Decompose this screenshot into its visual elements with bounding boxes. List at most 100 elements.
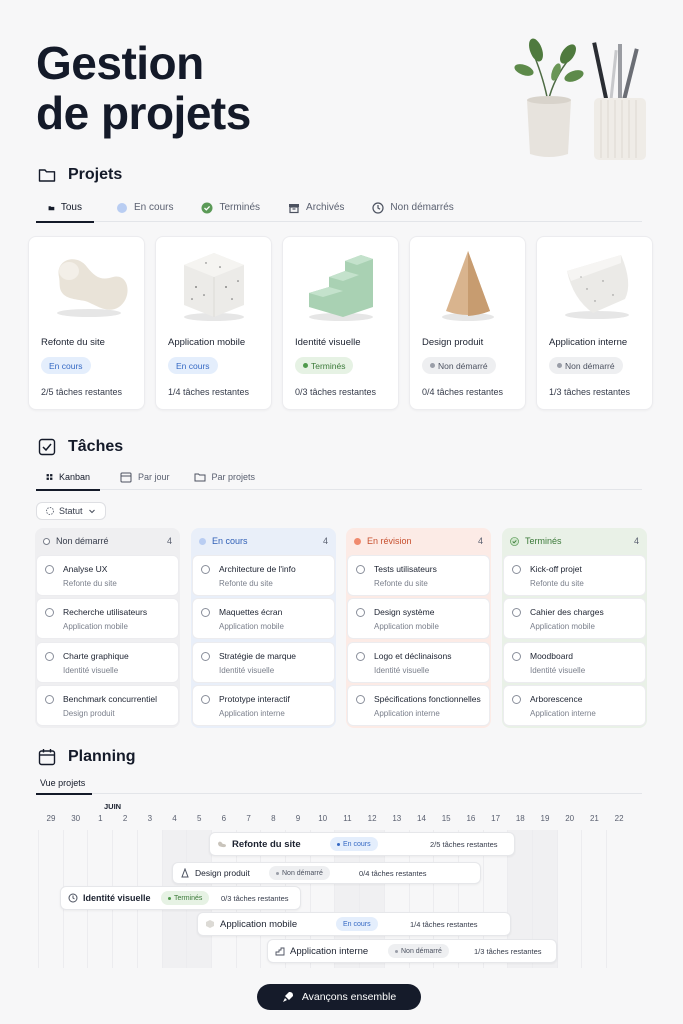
task-card[interactable]: Benchmark concurrentiel Design produit [36, 685, 179, 726]
blob-icon [218, 841, 226, 848]
column-count: 4 [322, 536, 328, 546]
chevron-down-icon [88, 509, 95, 514]
tab-par-jour[interactable]: Par jour [110, 464, 180, 490]
project-card-identite[interactable]: Identité visuelle Terminés 0/3 tâches re… [282, 236, 399, 410]
task-card[interactable]: Analyse UX Refonte du site [36, 555, 179, 596]
check-circle-icon [510, 536, 519, 546]
task-card[interactable]: Maquettes écran Application mobile [192, 598, 335, 639]
day-label: 13 [392, 814, 402, 823]
gantt-bar-app-mobile[interactable]: Application mobile En cours 1/4 tâches r… [197, 912, 511, 936]
gantt-chart: JUIN 29 30 1 2 3 4 5 6 7 8 9 10 11 12 13 14 15 16 17 18 19 20… [38, 800, 642, 968]
plant-and-pencils-illustration [514, 38, 646, 160]
task-card[interactable]: Cahier des charges Application mobile [503, 598, 646, 639]
tab-kanban[interactable]: Kanban [36, 464, 100, 491]
tasks-remaining: 0/3 tâches restantes [295, 387, 377, 397]
task-card[interactable]: Design système Application mobile [347, 598, 490, 639]
blob-shape-image [57, 259, 128, 317]
task-card[interactable]: Tests utilisateurs Refonte du site [347, 555, 490, 596]
tab-vue-projets[interactable]: Vue projets [36, 772, 92, 795]
task-checkbox[interactable] [201, 695, 210, 704]
planning-view-tabs: Vue projets [36, 772, 642, 795]
tab-tous[interactable]: Tous [36, 194, 94, 223]
page-title: Gestion de projets [36, 37, 251, 139]
task-card[interactable]: Spécifications fonctionnelles Application… [347, 685, 490, 726]
day-label: 15 [441, 814, 451, 823]
day-label: 4 [172, 814, 177, 823]
tasks-remaining: 0/3 tâches restantes [221, 893, 289, 903]
project-name: Design produit [422, 337, 484, 348]
tab-par-projets[interactable]: Par projets [184, 464, 266, 490]
task-card[interactable]: Moodboard Identité visuelle [503, 642, 646, 683]
gantt-bar-refonte[interactable]: Refonte du site En cours 2/5 tâches rest… [209, 832, 515, 856]
task-checkbox[interactable] [45, 652, 54, 661]
day-column [38, 830, 63, 968]
task-checkbox[interactable] [356, 565, 365, 574]
day-label: 19 [540, 814, 550, 823]
task-checkbox[interactable] [45, 695, 54, 704]
projects-filter-tabs: Tous En cours Terminés Archivés Non déma… [36, 194, 642, 223]
cube-icon [206, 920, 214, 928]
tasks-title: Tâches [68, 438, 124, 455]
task-checkbox[interactable] [356, 608, 365, 617]
task-checkbox[interactable] [512, 695, 521, 704]
task-card[interactable]: Kick-off projet Refonte du site [503, 555, 646, 596]
task-checkbox[interactable] [201, 565, 210, 574]
project-name: Application mobile [168, 337, 246, 348]
day-label: 9 [295, 814, 301, 823]
task-card[interactable]: Architecture de l'info Refonte du site [192, 555, 335, 596]
gantt-bar-app-interne[interactable]: Application interne Non démarré 1/3 tâch… [267, 939, 557, 963]
calendar-icon [38, 749, 56, 766]
status-filter-dropdown[interactable]: Statut [36, 502, 106, 520]
tab-non-demarres[interactable]: Non démarrés [360, 194, 465, 222]
day-label: 3 [147, 814, 153, 823]
day-label: 21 [589, 814, 599, 823]
status-badge: En cours [41, 357, 91, 374]
tasks-remaining: 1/4 tâches restantes [168, 387, 250, 397]
cta-button[interactable]: Avançons ensemble [257, 984, 421, 1010]
task-checkbox[interactable] [356, 652, 365, 661]
task-card[interactable]: Stratégie de marque Identité visuelle [192, 642, 335, 683]
day-label: 2 [122, 814, 128, 823]
task-checkbox[interactable] [45, 565, 54, 574]
day-label: 16 [466, 814, 476, 823]
task-checkbox[interactable] [45, 608, 54, 617]
task-card[interactable]: Charte graphique Identité visuelle [36, 642, 179, 683]
task-card[interactable]: Arborescence Application interne [503, 685, 646, 726]
planning-title: Planning [68, 748, 136, 765]
project-card-app-interne[interactable]: Application interne Non démarré 1/3 tâch… [536, 236, 653, 410]
status-dot [168, 896, 171, 900]
stone-quarter-image [565, 255, 629, 319]
task-card[interactable]: Recherche utilisateurs Application mobile [36, 598, 179, 639]
task-checkbox[interactable] [356, 695, 365, 704]
gantt-bar-design[interactable]: Design produit Non démarré 0/4 tâches re… [172, 862, 481, 884]
tab-en-cours[interactable]: En cours [104, 194, 185, 222]
project-card-refonte[interactable]: Refonte du site En cours 2/5 tâches rest… [28, 236, 145, 410]
tab-archives[interactable]: Archivés [276, 194, 356, 222]
task-checkbox[interactable] [512, 565, 521, 574]
tab-termines[interactable]: Terminés [189, 194, 272, 222]
rocket-icon [282, 992, 293, 1002]
project-name: Identité visuelle [295, 337, 361, 348]
status-dot [337, 842, 340, 846]
task-checkbox[interactable] [201, 608, 210, 617]
project-card-design[interactable]: Design produit Non démarré 0/4 tâches re… [409, 236, 526, 410]
task-checkbox[interactable] [201, 652, 210, 661]
task-card[interactable]: Logo et déclinaisons Identité visuelle [347, 642, 490, 683]
task-card[interactable]: Prototype interactif Application interne [192, 685, 335, 726]
gantt-bar-identite[interactable]: Identité visuelle Terminés 0/3 tâches re… [60, 886, 301, 910]
day-label: 20 [565, 814, 575, 823]
tasks-section-header: Tâches [38, 438, 123, 456]
project-card-app-mobile[interactable]: Application mobile En cours 1/4 tâches r… [155, 236, 272, 410]
task-checkbox[interactable] [512, 608, 521, 617]
task-checkbox[interactable] [512, 652, 521, 661]
column-count: 4 [166, 536, 172, 546]
planning-section-header: Planning [38, 748, 136, 766]
day-label: 10 [318, 814, 328, 823]
status-dot [276, 871, 279, 875]
kanban-column-non-demarre: Non démarré 4 Analyse UX Refonte du site … [35, 528, 180, 728]
folder-icon [48, 205, 55, 210]
archive-icon [289, 203, 300, 213]
project-name: Refonte du site [41, 337, 105, 348]
kanban-column-termines: Terminés 4 Kick-off projet Refonte du sit… [502, 528, 647, 728]
column-header: En révision 4 [346, 528, 491, 554]
